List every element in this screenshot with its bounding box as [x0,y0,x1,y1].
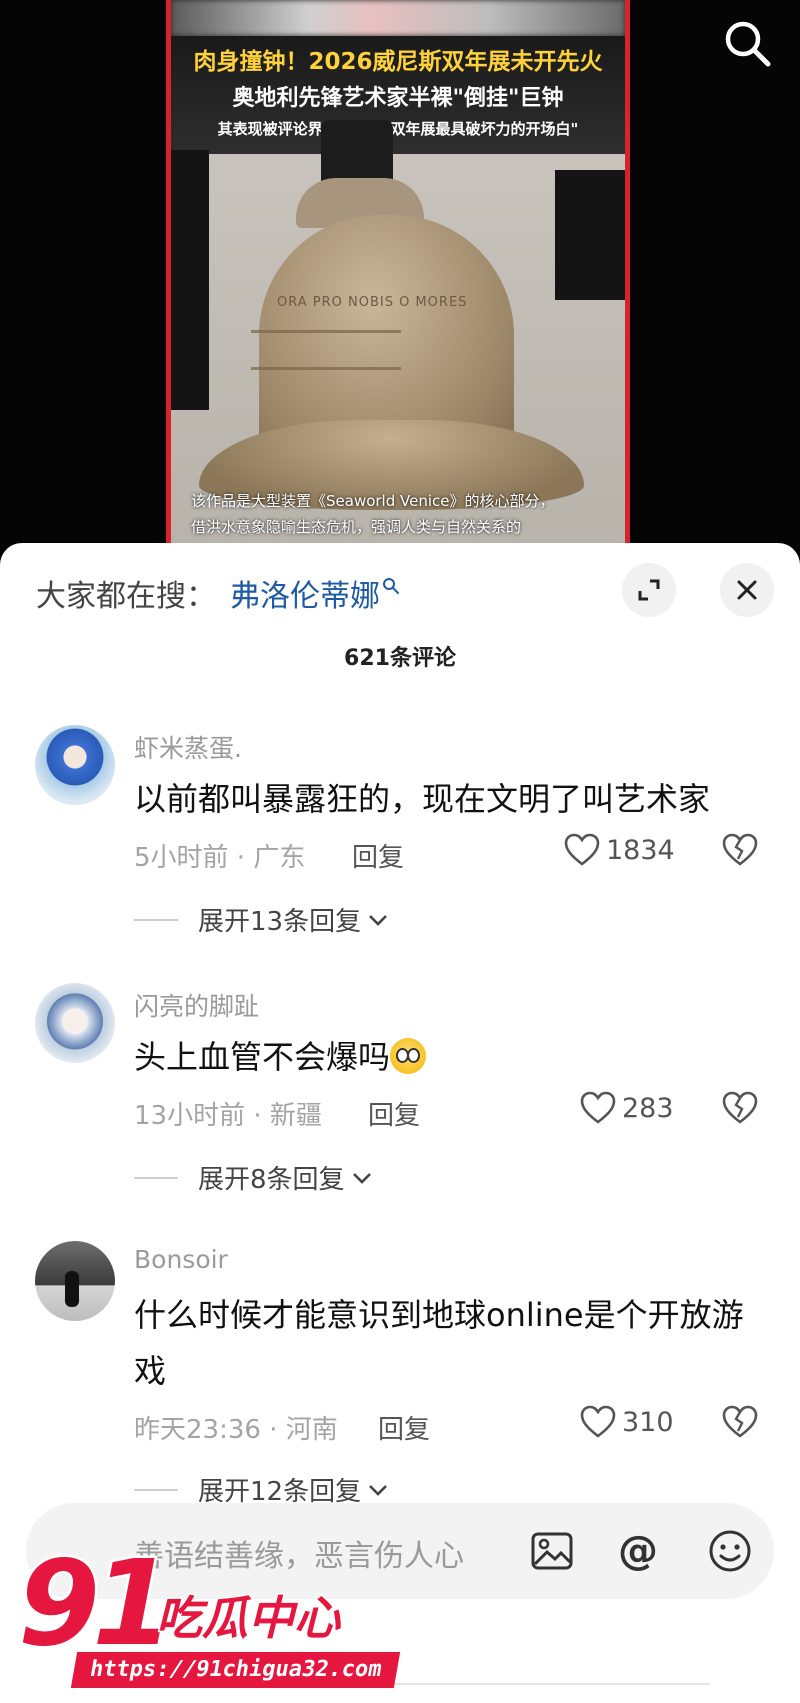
reply-button[interactable]: 回复 [378,1409,430,1446]
heart-icon [580,1091,616,1124]
hot-search: 大家都在搜： 弗洛伦蒂娜 [36,571,400,615]
comment-content: 头上血管不会爆吗 [134,1029,764,1085]
headline-line-3: 其表现被评论界誉为"本届双年展最具破坏力的开场白" [217,120,579,138]
comment-meta: 13小时前 · 新疆 [134,1101,322,1131]
broken-heart-icon [722,1405,758,1438]
bell-inscription: ORA PRO NOBIS O MORES [277,295,468,310]
like-count: 310 [622,1406,674,1438]
mention-button[interactable]: @ [614,1527,662,1575]
caption-line-1: 该作品是大型装置《Seaworld Venice》的核心部分， [191,492,555,510]
comment-meta: 5小时前 · 广东 [134,843,306,873]
emoji-button[interactable] [706,1527,754,1575]
broken-heart-icon [722,1091,758,1124]
smiley-icon [709,1530,751,1572]
hot-search-keyword[interactable]: 弗洛伦蒂娜 [230,571,380,615]
reply-button[interactable]: 回复 [352,837,404,874]
dislike-button[interactable] [722,833,758,871]
comment-meta: 昨天23:36 · 河南 [134,1415,338,1445]
expand-replies-button[interactable]: 展开13条回复 [134,901,389,938]
chevron-down-icon [352,1172,371,1184]
heart-icon [564,833,600,866]
surprised-emoji-icon [390,1038,427,1074]
broken-heart-icon [722,833,758,866]
video-frame: 肉身撞钟！2026威尼斯双年展未开先火 奥地利先锋艺术家半裸"倒挂"巨钟 其表现… [166,0,630,560]
divider-dash [134,1488,178,1491]
hot-search-label: 大家都在搜： [36,579,216,614]
blurred-header [171,0,625,36]
chevron-down-icon [369,1484,388,1496]
headline-line-1: 肉身撞钟！2026威尼斯双年展未开先火 [193,49,603,75]
expand-icon [638,579,660,601]
video-headline: 肉身撞钟！2026威尼斯双年展未开先火 奥地利先锋艺术家半裸"倒挂"巨钟 其表现… [171,36,625,154]
reply-button[interactable]: 回复 [368,1095,420,1132]
at-icon: @ [618,1528,658,1574]
watermark-title: 吃瓜中心 [155,1590,342,1647]
divider-dash [134,1176,178,1179]
comment-count: 621条评论 [344,646,456,671]
comment-username[interactable]: Bonsoir [134,1245,228,1274]
close-icon [737,580,757,600]
comment-text: 头上血管不会爆吗 [134,1038,391,1076]
comment-content: 以前都叫暴露狂的，现在文明了叫艺术家 [134,780,711,818]
expand-replies-label: 展开13条回复 [198,907,362,937]
search-icon [725,21,771,67]
video-player[interactable]: 肉身撞钟！2026威尼斯双年展未开先火 奥地利先锋艺术家半裸"倒挂"巨钟 其表现… [0,0,800,560]
divider-dash [134,918,178,921]
heart-icon [580,1405,616,1438]
like-count: 283 [622,1092,674,1124]
search-button[interactable] [720,16,776,72]
avatar[interactable] [35,1241,115,1321]
dislike-button[interactable] [722,1405,758,1443]
avatar[interactable] [35,983,115,1063]
expand-sheet-button[interactable] [622,563,676,617]
like-count: 1834 [606,834,675,866]
expand-replies-label: 展开8条回复 [198,1165,345,1195]
wall-shadow-right [555,170,625,300]
watermark-logo: 91 吃瓜中心 https://91chigua32.com [14,1532,401,1703]
video-caption: 该作品是大型装置《Seaworld Venice》的核心部分， 借洪水意象隐喻生… [191,488,621,540]
wall-shadow-left [171,150,209,410]
caption-line-2: 借洪水意象隐喻生态危机，强调人类与自然关系的 [191,518,522,536]
comment-username[interactable]: 虾米蒸蛋. [134,729,242,765]
expand-replies-button[interactable]: 展开8条回复 [134,1159,373,1196]
image-button[interactable] [528,1527,576,1575]
dislike-button[interactable] [722,1091,758,1129]
watermark-url: https://91chigua32.com [70,1652,401,1688]
comment-content: 什么时候才能意识到地球online是个开放游戏 [134,1296,744,1390]
like-button[interactable]: 310 [580,1405,674,1439]
like-button[interactable]: 1834 [564,833,675,867]
image-icon [531,1532,573,1570]
close-sheet-button[interactable] [720,563,774,617]
small-search-icon [383,578,399,594]
avatar[interactable] [35,725,115,805]
comment-sheet: 大家都在搜： 弗洛伦蒂娜 621条评论 虾米蒸蛋. 以前都叫暴露狂的，现在文明了… [0,543,800,1703]
headline-line-2: 奥地利先锋艺术家半裸"倒挂"巨钟 [232,86,564,111]
comment-username[interactable]: 闪亮的脚趾 [134,987,259,1023]
chevron-down-icon [369,914,388,926]
bell-relief [251,330,401,370]
like-button[interactable]: 283 [580,1091,674,1125]
